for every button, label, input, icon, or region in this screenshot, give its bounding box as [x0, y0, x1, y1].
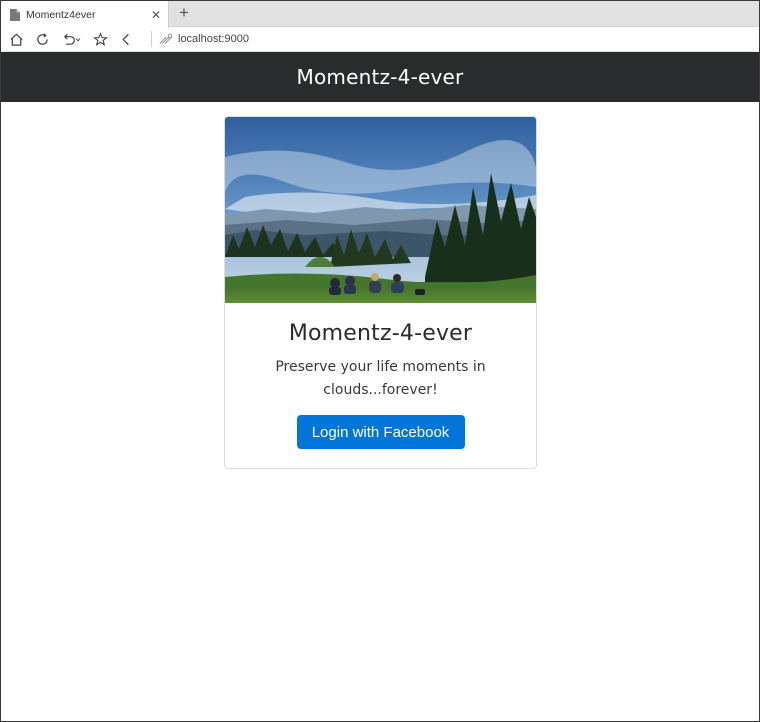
login-card: Momentz-4-ever Preserve your life moment… — [224, 116, 537, 469]
card-body: Momentz-4-ever Preserve your life moment… — [225, 303, 536, 449]
favorite-button[interactable] — [91, 30, 109, 48]
navbar-brand[interactable]: Momentz-4-ever — [297, 65, 464, 89]
landscape-photo — [225, 117, 536, 303]
document-icon — [10, 8, 20, 21]
undo-icon — [63, 33, 80, 45]
refresh-icon — [36, 32, 48, 45]
login-with-facebook-button[interactable]: Login with Facebook — [296, 415, 465, 449]
home-button[interactable] — [7, 30, 25, 48]
tab-strip: Momentz4ever ✕ + — [1, 1, 759, 28]
back-button[interactable] — [117, 30, 135, 48]
undo-button[interactable] — [59, 30, 83, 48]
new-tab-icon[interactable]: + — [175, 4, 193, 22]
browser-window: Momentz4ever ✕ + localhost:9000 Momentz-… — [0, 0, 760, 722]
refresh-button[interactable] — [33, 30, 51, 48]
address-bar[interactable]: localhost:9000 — [151, 31, 249, 47]
home-icon — [9, 33, 23, 46]
card-title: Momentz-4-ever — [288, 321, 473, 346]
address-text: localhost:9000 — [178, 33, 249, 45]
tab-title: Momentz4ever — [26, 8, 96, 21]
browser-tab[interactable]: Momentz4ever ✕ — [1, 1, 169, 28]
loading-site-icon — [159, 33, 173, 44]
app-navbar: Momentz-4-ever — [1, 52, 759, 102]
card-tagline: Preserve your life moments in clouds...f… — [275, 359, 486, 398]
main-content: Momentz-4-ever Preserve your life moment… — [1, 102, 759, 721]
toolbar-divider — [151, 31, 152, 47]
back-icon — [121, 33, 129, 45]
favorite-star-icon — [92, 31, 108, 46]
browser-toolbar: localhost:9000 — [1, 27, 759, 52]
close-tab-icon[interactable]: ✕ — [148, 8, 164, 22]
